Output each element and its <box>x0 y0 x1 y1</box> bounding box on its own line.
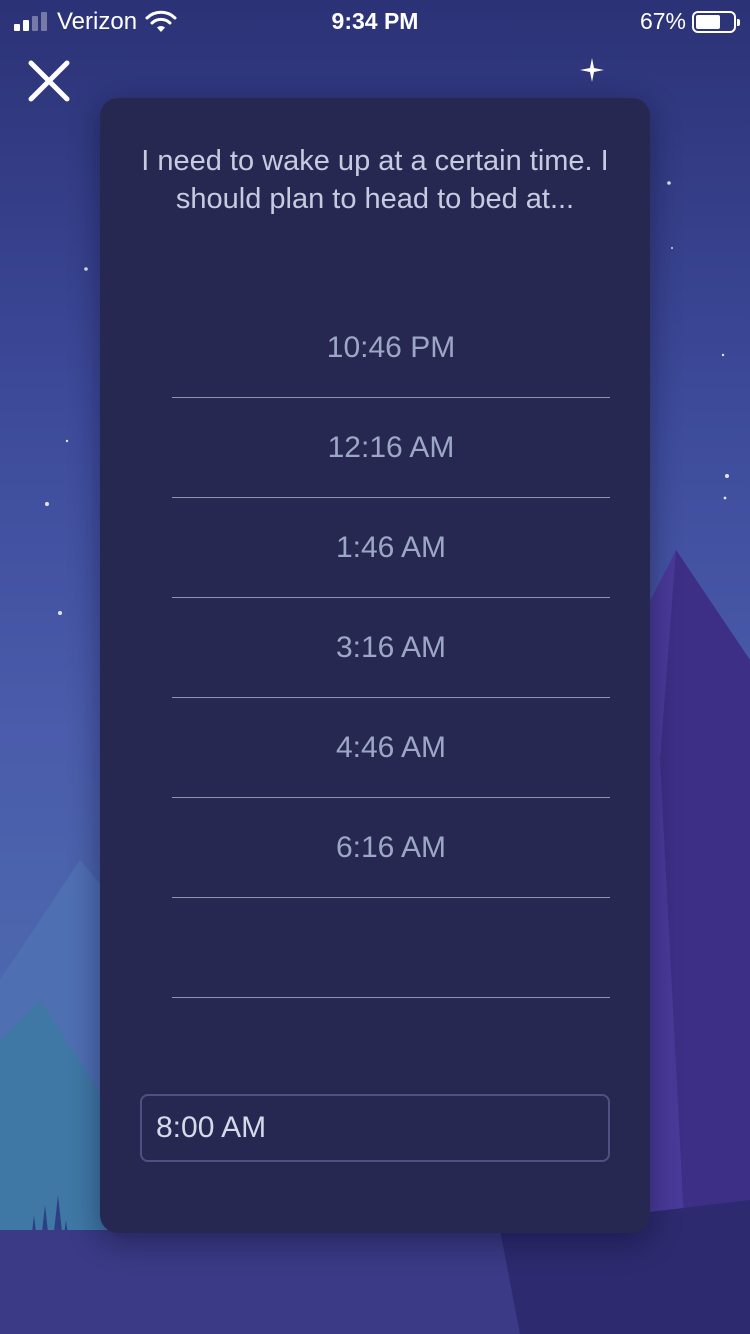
bedtime-list: 10:46 PM 12:16 AM 1:46 AM 3:16 AM 4:46 A… <box>172 298 610 998</box>
status-right: 67% <box>639 8 740 35</box>
close-button[interactable] <box>24 56 74 106</box>
bedtime-option[interactable]: 12:16 AM <box>172 398 610 498</box>
bedtime-card: I need to wake up at a certain time. I s… <box>100 98 650 1233</box>
bedtime-option[interactable]: 10:46 PM <box>172 298 610 398</box>
battery-icon <box>692 10 740 33</box>
wake-time-field[interactable] <box>140 1094 610 1162</box>
bedtime-option[interactable]: 6:16 AM <box>172 798 610 898</box>
bedtime-option[interactable]: 1:46 AM <box>172 498 610 598</box>
bedtime-option-empty <box>172 898 610 998</box>
prompt-text: I need to wake up at a certain time. I s… <box>141 145 609 215</box>
battery-percent: 67% <box>639 8 686 34</box>
status-bar: Verizon 9:34 PM 67% <box>0 0 750 40</box>
battery-fill <box>696 14 721 29</box>
sparkle-star <box>580 58 604 82</box>
bedtime-option[interactable]: 4:46 AM <box>172 698 610 798</box>
close-icon <box>28 60 70 102</box>
bedtime-calculator-screen: Verizon 9:34 PM 67% I need to wake up at… <box>0 0 750 1334</box>
status-time: 9:34 PM <box>331 8 419 34</box>
bedtime-option[interactable]: 3:16 AM <box>172 598 610 698</box>
